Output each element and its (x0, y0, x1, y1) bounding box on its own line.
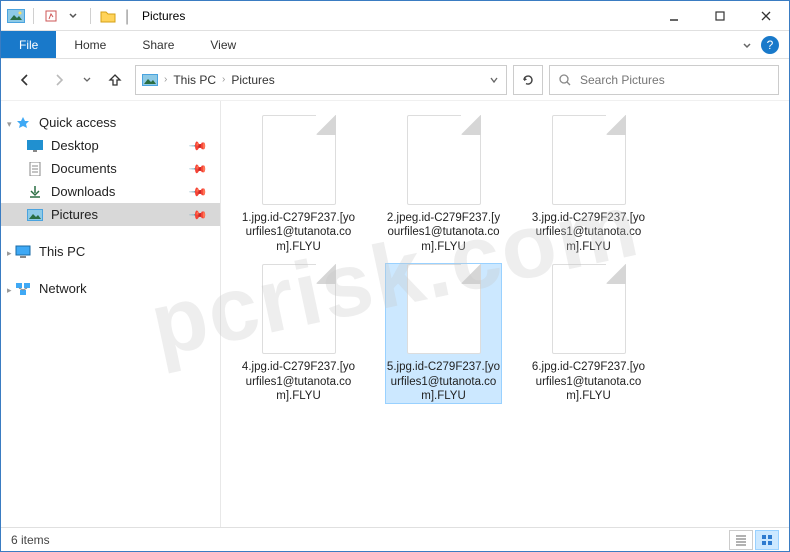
pin-icon: 📌 (188, 204, 208, 224)
file-thumbnail (407, 264, 481, 354)
sidebar-item-label: Documents (51, 161, 117, 176)
minimize-button[interactable] (651, 1, 697, 31)
status-count: 6 items (11, 533, 50, 547)
file-name: 1.jpg.id-C279F237.[yourfiles1@tutanota.c… (241, 211, 356, 254)
qat-dropdown-icon[interactable] (64, 9, 82, 23)
back-button[interactable] (11, 66, 39, 94)
close-button[interactable] (743, 1, 789, 31)
address-dropdown-icon[interactable] (488, 74, 500, 86)
sidebar-network[interactable]: ▸ Network (1, 277, 220, 300)
navigation-pane: ▾ Quick access Desktop 📌 Documents 📌 (1, 101, 221, 527)
address-bar[interactable]: › This PC › Pictures (135, 65, 507, 95)
file-item[interactable]: 2.jpeg.id-C279F237.[yourfiles1@tutanota.… (386, 115, 501, 254)
pin-icon: 📌 (188, 181, 208, 201)
search-icon (558, 73, 572, 87)
file-item[interactable]: 5.jpg.id-C279F237.[yourfiles1@tutanota.c… (386, 264, 501, 403)
file-name: 5.jpg.id-C279F237.[yourfiles1@tutanota.c… (386, 360, 501, 403)
search-input[interactable] (580, 73, 770, 87)
pin-icon: 📌 (188, 158, 208, 178)
tab-share[interactable]: Share (124, 31, 192, 58)
folder-icon (99, 9, 117, 23)
tab-home[interactable]: Home (56, 31, 124, 58)
qat-properties-icon[interactable] (42, 9, 60, 23)
sidebar-item-documents[interactable]: Documents 📌 (1, 157, 220, 180)
file-item[interactable]: 1.jpg.id-C279F237.[yourfiles1@tutanota.c… (241, 115, 356, 254)
file-thumbnail (552, 264, 626, 354)
file-name: 6.jpg.id-C279F237.[yourfiles1@tutanota.c… (531, 360, 646, 403)
window-title: Pictures (142, 9, 185, 23)
file-name: 3.jpg.id-C279F237.[yourfiles1@tutanota.c… (531, 211, 646, 254)
breadcrumb-separator[interactable]: › (164, 74, 167, 85)
file-name: 4.jpg.id-C279F237.[yourfiles1@tutanota.c… (241, 360, 356, 403)
desktop-icon (27, 139, 43, 153)
documents-icon (27, 162, 43, 176)
downloads-icon (27, 185, 43, 199)
sidebar-item-label: Pictures (51, 207, 98, 222)
file-thumbnail (552, 115, 626, 205)
pc-icon (15, 245, 31, 259)
network-label: Network (39, 281, 87, 296)
quick-access-label: Quick access (39, 115, 116, 130)
recent-dropdown[interactable] (79, 66, 95, 94)
sidebar-this-pc[interactable]: ▸ This PC (1, 240, 220, 263)
file-item[interactable]: 6.jpg.id-C279F237.[yourfiles1@tutanota.c… (531, 264, 646, 403)
breadcrumb-separator[interactable]: › (222, 74, 225, 85)
tab-view[interactable]: View (192, 31, 254, 58)
sidebar-item-downloads[interactable]: Downloads 📌 (1, 180, 220, 203)
network-icon (15, 282, 31, 296)
star-icon (15, 116, 31, 130)
ribbon-tabs: File Home Share View ? (1, 31, 789, 59)
file-thumbnail (262, 264, 336, 354)
navigation-row: › This PC › Pictures (1, 59, 789, 101)
file-thumbnail (407, 115, 481, 205)
chevron-right-icon[interactable]: ▸ (7, 285, 12, 296)
pin-icon: 📌 (188, 135, 208, 155)
file-item[interactable]: 4.jpg.id-C279F237.[yourfiles1@tutanota.c… (241, 264, 356, 403)
sidebar-item-desktop[interactable]: Desktop 📌 (1, 134, 220, 157)
sidebar-quick-access[interactable]: ▾ Quick access (1, 111, 220, 134)
up-button[interactable] (101, 66, 129, 94)
help-icon[interactable]: ? (761, 36, 779, 54)
refresh-button[interactable] (513, 65, 543, 95)
content-pane[interactable]: 1.jpg.id-C279F237.[yourfiles1@tutanota.c… (221, 101, 789, 527)
titlebar: | Pictures (1, 1, 789, 31)
search-box[interactable] (549, 65, 779, 95)
file-thumbnail (262, 115, 336, 205)
chevron-right-icon[interactable]: ▸ (7, 248, 12, 259)
sidebar-item-label: Downloads (51, 184, 115, 199)
explorer-window: | Pictures File Home Share View ? (0, 0, 790, 552)
file-item[interactable]: 3.jpg.id-C279F237.[yourfiles1@tutanota.c… (531, 115, 646, 254)
this-pc-label: This PC (39, 244, 85, 259)
breadcrumb-thispc[interactable]: This PC (173, 73, 216, 87)
ribbon-expand-icon[interactable] (741, 39, 753, 51)
pictures-sidebar-icon (27, 208, 43, 222)
pictures-icon (7, 9, 25, 23)
status-bar: 6 items (1, 527, 789, 551)
view-details-button[interactable] (729, 530, 753, 550)
chevron-down-icon[interactable]: ▾ (7, 119, 12, 130)
sidebar-item-pictures[interactable]: Pictures 📌 (1, 203, 220, 226)
forward-button[interactable] (45, 66, 73, 94)
breadcrumb-pictures[interactable]: Pictures (231, 73, 274, 87)
file-name: 2.jpeg.id-C279F237.[yourfiles1@tutanota.… (386, 211, 501, 254)
pictures-address-icon (142, 74, 158, 86)
sidebar-item-label: Desktop (51, 138, 99, 153)
file-tab[interactable]: File (1, 31, 56, 58)
maximize-button[interactable] (697, 1, 743, 31)
view-icons-button[interactable] (755, 530, 779, 550)
main-area: ▾ Quick access Desktop 📌 Documents 📌 (1, 101, 789, 527)
